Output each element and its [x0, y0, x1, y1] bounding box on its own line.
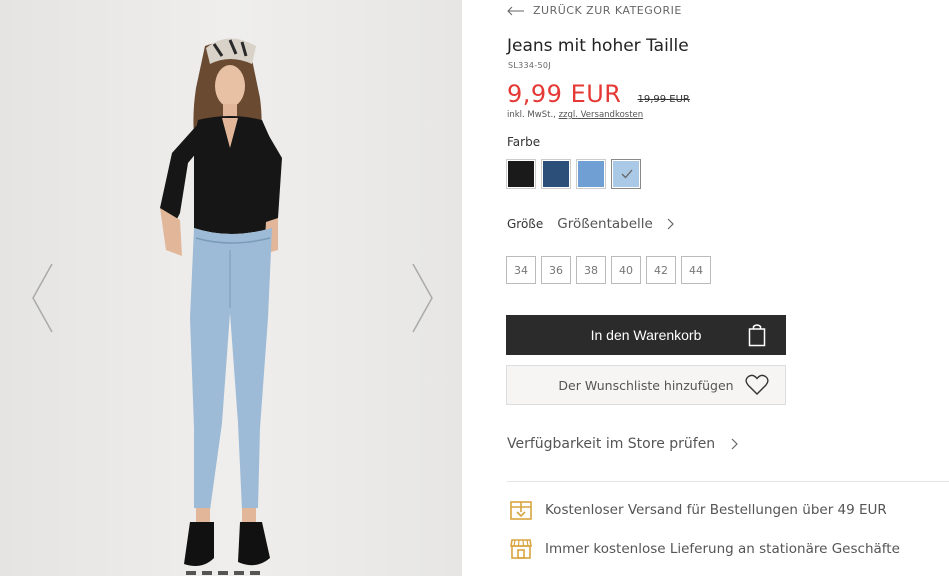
product-title: Jeans mit hoher Taille: [507, 36, 689, 56]
swatch-mid-blue[interactable]: [576, 159, 606, 189]
add-to-cart-label: In den Warenkorb: [590, 327, 702, 343]
product-gallery: [0, 0, 462, 576]
size-option-38[interactable]: 38: [576, 256, 606, 284]
size-option-42[interactable]: 42: [646, 256, 676, 284]
arrow-left-icon: [507, 6, 524, 15]
store-availability-label: Verfügbarkeit im Store prüfen: [507, 436, 716, 452]
heart-icon: [745, 374, 769, 395]
chevron-right-icon[interactable]: [667, 218, 675, 230]
gallery-prev-button[interactable]: [30, 262, 56, 334]
check-store-availability-link[interactable]: Verfügbarkeit im Store prüfen: [507, 436, 739, 452]
size-options: 34 36 38 40 42 44: [506, 256, 711, 284]
wishlist-label: Der Wunschliste hinzufügen: [558, 377, 734, 393]
chevron-right-icon: [412, 263, 433, 333]
current-price: 9,99 EUR: [507, 80, 622, 108]
gallery-dot[interactable]: [186, 571, 196, 575]
perk-store-delivery: Immer kostenlose Lieferung an stationäre…: [509, 537, 900, 561]
gallery-dot[interactable]: [218, 571, 228, 575]
shipping-box-icon: [510, 501, 532, 520]
price-row: 9,99 EUR 19,99 EUR: [507, 80, 690, 108]
gallery-dot[interactable]: [234, 571, 244, 575]
perk-store-delivery-text: Immer kostenlose Lieferung an stationäre…: [545, 541, 900, 557]
swatch-light-blue[interactable]: [611, 159, 641, 189]
divider: [507, 481, 949, 482]
perk-free-shipping: Kostenloser Versand für Bestellungen übe…: [509, 498, 887, 522]
swatch-black[interactable]: [506, 159, 536, 189]
back-to-category-link[interactable]: ZURÜCK ZUR KATEGORIE: [507, 4, 682, 17]
gallery-pagination: [186, 571, 260, 575]
perk-free-shipping-text: Kostenloser Versand für Bestellungen übe…: [545, 502, 887, 518]
back-label: ZURÜCK ZUR KATEGORIE: [533, 4, 682, 17]
product-photo: [160, 38, 282, 566]
add-to-wishlist-button[interactable]: Der Wunschliste hinzufügen: [506, 365, 786, 405]
size-table-link[interactable]: Größentabelle: [557, 216, 653, 232]
color-swatches: [506, 159, 641, 189]
product-sku: SL334-50J: [508, 61, 551, 70]
size-row: Größe Größentabelle: [507, 216, 675, 232]
color-label: Farbe: [507, 135, 541, 149]
size-label: Größe: [507, 217, 544, 231]
chevron-right-icon: [731, 438, 739, 450]
add-to-cart-button[interactable]: In den Warenkorb: [506, 315, 786, 355]
gallery-next-button[interactable]: [409, 262, 435, 334]
gallery-dot[interactable]: [202, 571, 212, 575]
vat-text: inkl. MwSt.,: [507, 110, 559, 120]
swatch-dark-blue[interactable]: [541, 159, 571, 189]
size-option-40[interactable]: 40: [611, 256, 641, 284]
chevron-left-icon: [32, 263, 53, 333]
store-icon: [510, 539, 532, 559]
old-price: 19,99 EUR: [637, 94, 690, 105]
size-option-34[interactable]: 34: [506, 256, 536, 284]
vat-note: inkl. MwSt., zzgl. Versandkosten: [507, 110, 643, 120]
size-option-36[interactable]: 36: [541, 256, 571, 284]
gallery-dot[interactable]: [250, 571, 260, 575]
shipping-costs-link[interactable]: zzgl. Versandkosten: [559, 110, 644, 120]
product-details: ZURÜCK ZUR KATEGORIE Jeans mit hoher Tai…: [462, 0, 949, 576]
checkmark-icon: [621, 169, 633, 179]
shopping-bag-icon: [748, 324, 766, 347]
size-option-44[interactable]: 44: [681, 256, 711, 284]
